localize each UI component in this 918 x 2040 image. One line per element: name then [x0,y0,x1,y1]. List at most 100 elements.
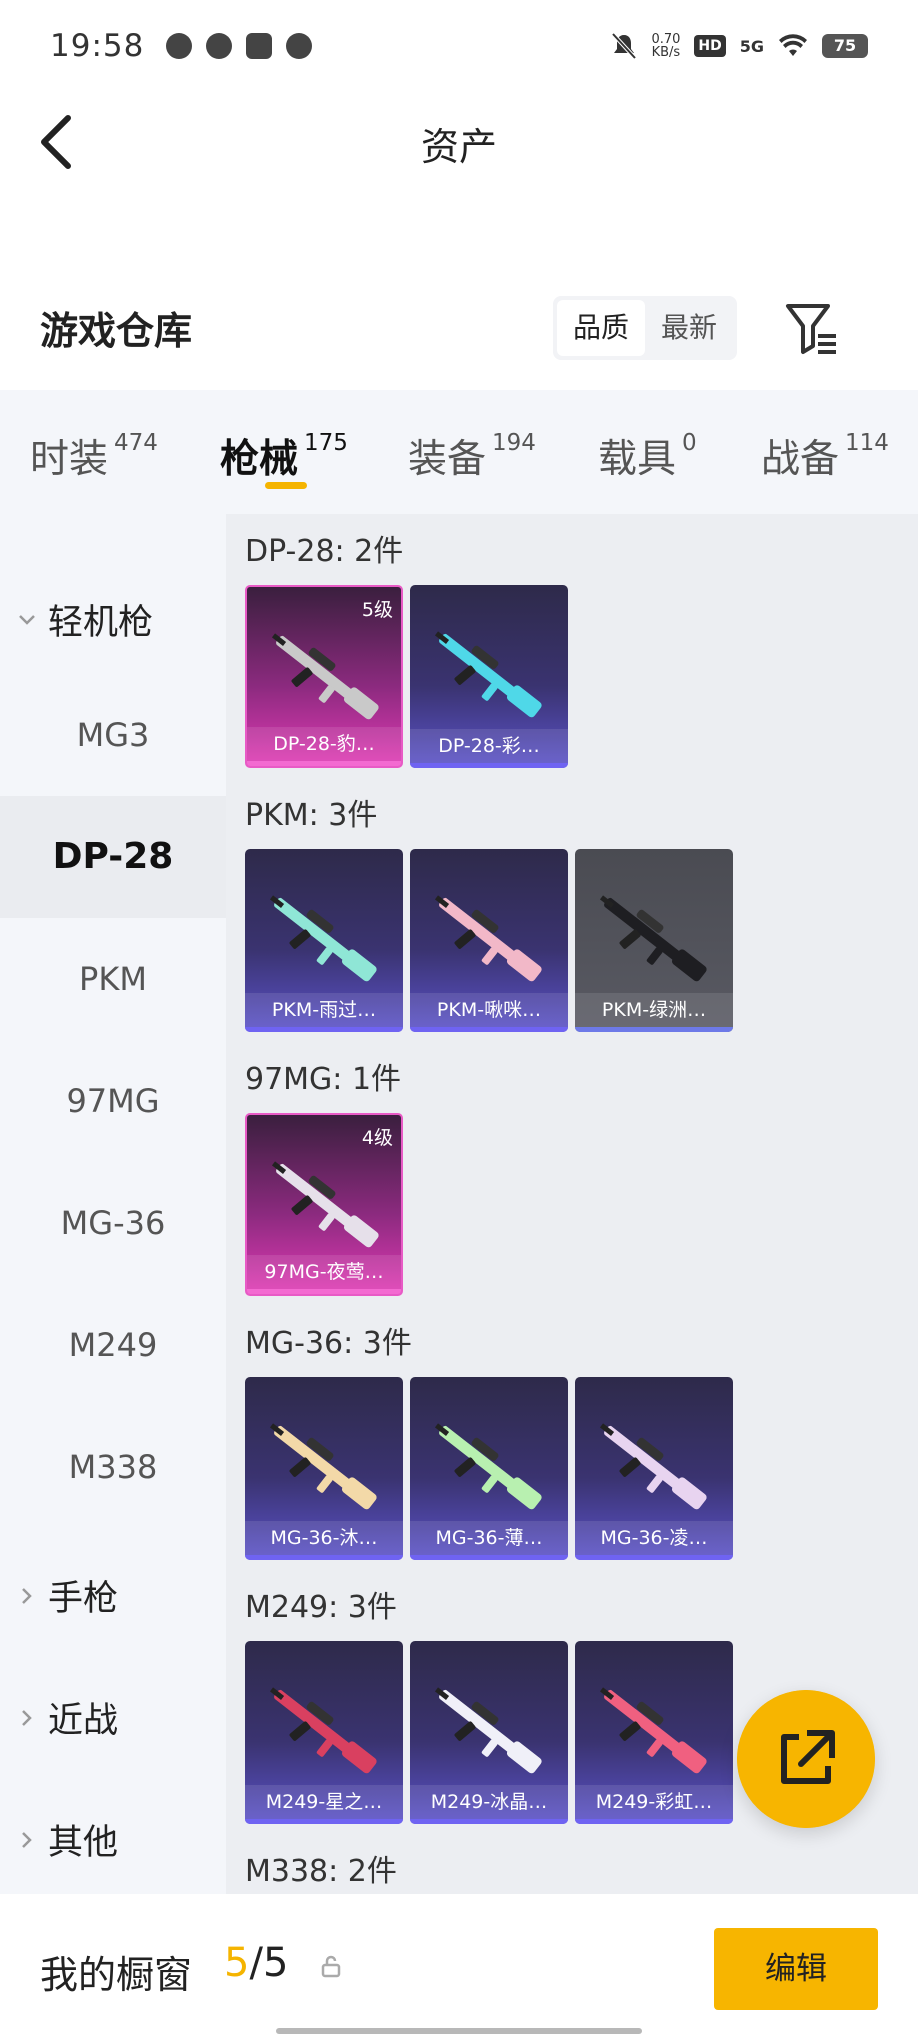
notification-icons [166,33,313,59]
weapon-icon [434,895,542,982]
skin-card[interactable]: M249-彩虹… [575,1641,733,1824]
weapon-icon [269,895,377,982]
message-icon [246,33,273,59]
status-time: 19:58 [50,28,145,64]
tab-label: 时装 [30,437,109,482]
skin-card[interactable]: 5级 DP-28-豹… [245,585,403,768]
rarity-line [575,1819,733,1824]
rarity-line [245,1819,403,1824]
skin-name: MG-36-沐… [245,1521,403,1555]
weapon-icon [269,1687,377,1774]
rarity-line [410,1027,568,1032]
chevron-down-icon [19,614,35,625]
warehouse-title: 游戏仓库 [40,309,193,353]
rarity-line [410,1819,568,1824]
tab-count: 474 [114,430,158,456]
sidebar-item-mg3[interactable]: MG3 [0,674,226,796]
weapon-icon [271,633,379,720]
skin-card[interactable]: DP-28-彩… [410,585,568,768]
showcase-total: 5 [262,1940,289,1986]
chevron-right-icon [22,1587,32,1604]
skin-name: M249-星之… [245,1785,403,1819]
showcase-bar: 我的橱窗 5/5 编辑 [0,1894,918,2040]
app-icon [206,33,233,59]
tab-vehicles[interactable]: 载具 0 [598,428,697,484]
page-title: 资产 [420,125,497,169]
chat-icon [286,33,313,59]
battery-indicator: 75 [822,34,868,58]
net-speed-unit: KB/s [651,45,681,60]
sidebar-group-pistol[interactable]: 手枪 [18,1570,118,1621]
skin-name: PKM-绿洲… [575,993,733,1027]
weapon-icon [434,1423,542,1510]
filter-icon[interactable] [782,300,842,356]
status-right: 0.70 KB/s HD 5G 75 [611,32,868,60]
tab-costume[interactable]: 时装 474 [30,428,158,484]
skin-card[interactable]: M249-星之… [245,1641,403,1824]
rarity-line [410,1555,568,1560]
sidebar-item-dp28[interactable]: DP-28 [0,796,226,918]
skin-card[interactable]: MG-36-薄… [410,1377,568,1560]
share-button[interactable] [737,1690,875,1828]
sidebar-item-pkm[interactable]: PKM [0,918,226,1040]
sidebar-group-label: 其他 [48,1823,119,1863]
tab-count: 194 [492,430,536,456]
tab-indicator [265,482,307,489]
rarity-line [575,1027,733,1032]
section-title-m249: M249: 3件 [245,1590,397,1625]
sidebar-item-m338[interactable]: M338 [0,1406,226,1528]
tab-weapons[interactable]: 枪械 175 [220,428,348,484]
edit-button[interactable]: 编辑 [714,1928,878,2010]
network-type: 5G [739,36,764,56]
rarity-line [410,763,568,768]
wechat-icon [166,33,193,59]
tab-count: 0 [682,430,697,456]
section-title-mg36: MG-36: 3件 [245,1326,412,1361]
section-title-97mg: 97MG: 1件 [245,1062,402,1097]
rarity-line [247,1289,401,1294]
skin-card[interactable]: PKM-绿洲… [575,849,733,1032]
skin-card[interactable]: PKM-啾咪… [410,849,568,1032]
skin-name: MG-36-薄… [410,1521,568,1555]
weapon-icon [271,1161,379,1248]
wifi-icon [779,34,807,56]
sidebar-group-melee[interactable]: 近战 [18,1692,118,1743]
sort-newest-option[interactable]: 最新 [645,300,733,356]
weapon-icon [599,895,707,982]
sidebar-item-97mg[interactable]: 97MG [0,1040,226,1162]
sidebar-group-other[interactable]: 其他 [18,1814,118,1865]
skin-name: MG-36-凌… [575,1521,733,1555]
sidebar-group-label: 轻机枪 [48,603,154,643]
lock-icon [321,1955,341,1978]
tab-count: 114 [845,430,889,456]
app-header: 资产 [0,92,918,192]
skin-level: 4级 [361,1127,393,1149]
sidebar-item-mg36[interactable]: MG-36 [0,1162,226,1284]
sort-quality-option[interactable]: 品质 [557,300,645,356]
skin-level: 5级 [361,599,393,621]
sidebar-item-m249[interactable]: M249 [0,1284,226,1406]
tab-label: 载具 [598,437,677,482]
skin-card[interactable]: M249-冰晶… [410,1641,568,1824]
hd-badge: HD [694,35,726,57]
sort-toggle: 品质 最新 [553,296,737,360]
tab-equipment[interactable]: 装备 194 [408,428,536,484]
tab-supplies[interactable]: 战备 114 [761,428,889,484]
weapon-list: DP-28: 2件 5级 DP-28-豹… DP-28-彩… PKM: 3件 PK… [226,514,918,1894]
mute-icon [611,32,637,60]
section-title-pkm: PKM: 3件 [245,798,378,833]
skin-card[interactable]: 4级 97MG-夜莺… [245,1113,403,1296]
skin-name: M249-冰晶… [410,1785,568,1819]
sidebar-group-lmg[interactable]: 轻机枪 [18,594,153,645]
weapon-type-sidebar: 轻机枪 MG3 DP-28 PKM 97MG MG-36 M249 M338 手… [0,514,226,1894]
skin-name: DP-28-彩… [410,729,568,763]
skin-card[interactable]: PKM-雨过… [245,849,403,1032]
skin-card[interactable]: MG-36-沐… [245,1377,403,1560]
tab-count: 175 [304,430,348,456]
section-title-m338: M338: 2件 [245,1854,397,1889]
showcase-label: 我的橱窗 [40,1953,193,1997]
tab-label: 枪械 [220,437,299,482]
showcase-current: 5 [224,1940,250,1986]
skin-card[interactable]: MG-36-凌… [575,1377,733,1560]
skin-name: PKM-雨过… [245,993,403,1027]
